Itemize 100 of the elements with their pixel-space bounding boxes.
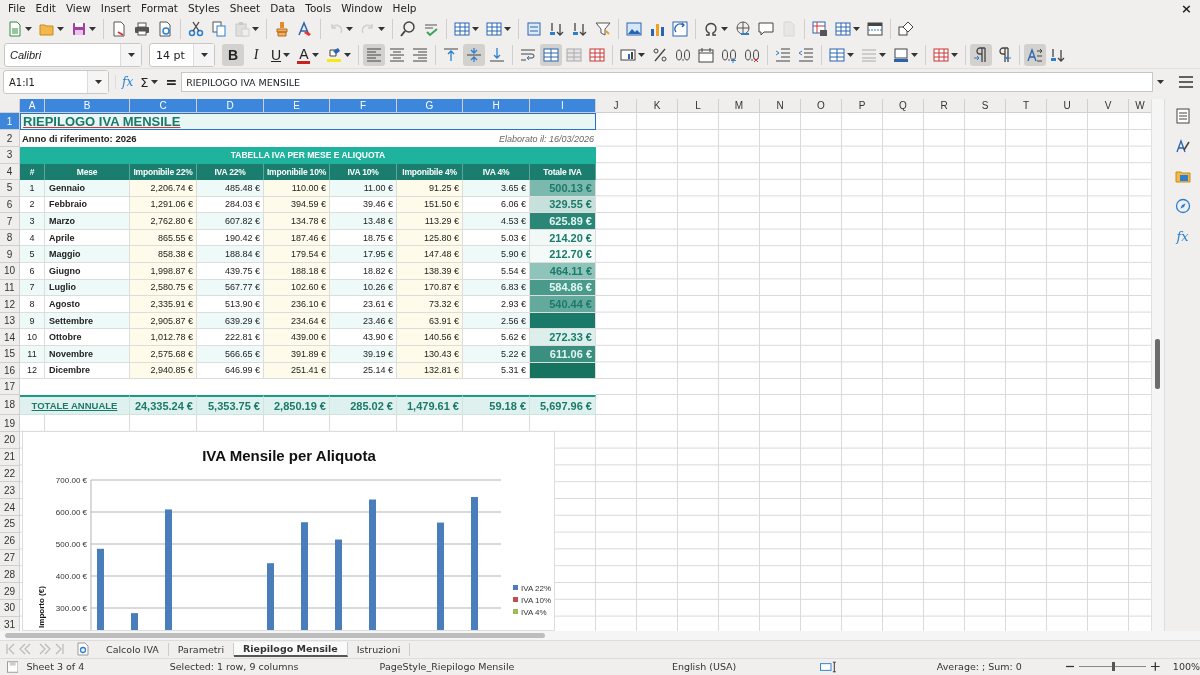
row-header[interactable]: 5 — [0, 180, 20, 197]
row-header[interactable]: 28 — [0, 566, 20, 584]
menu-item[interactable]: File — [3, 2, 31, 15]
row-header[interactable]: 24 — [0, 499, 20, 516]
close-button[interactable]: × — [1181, 0, 1200, 16]
add-sheet-button[interactable] — [77, 642, 89, 657]
table-cell: 1,479.61 € — [397, 395, 463, 416]
percent-icon — [652, 47, 669, 64]
menu-item[interactable]: Window — [336, 2, 388, 15]
sort-icon — [526, 21, 542, 38]
dropdown-arrow-icon — [25, 27, 32, 32]
menu-item[interactable]: Tools — [300, 2, 337, 15]
row-header[interactable]: 19 — [0, 415, 20, 432]
dropdown-arrow-icon — [472, 27, 479, 32]
formula-button[interactable]: = — [161, 74, 182, 91]
pivot-table-icon — [672, 21, 688, 38]
table-cell: 285.02 € — [330, 395, 397, 416]
row-header[interactable]: 17 — [0, 379, 20, 396]
select-all-button[interactable] — [0, 99, 20, 114]
menu-button[interactable] — [1179, 76, 1194, 89]
menu-item[interactable]: Insert — [95, 2, 136, 15]
text-style-button[interactable]: I — [245, 44, 267, 67]
font-size-field[interactable]: 14 pt — [149, 43, 215, 68]
column-header[interactable]: W — [1129, 99, 1152, 114]
font-color-button[interactable]: A — [294, 44, 323, 67]
column-header[interactable]: Q — [883, 99, 924, 114]
bar-chart[interactable]: IVA Mensile per Aliquota Importo (€) 300.00 € 400.00 € 500.00 € 600.00 € 700.00 € IVA 22% IVA 10% IVA 4% — [22, 431, 555, 632]
column-header[interactable]: A — [20, 99, 45, 114]
row-header[interactable]: 29 — [0, 583, 20, 600]
column-header[interactable]: N — [760, 99, 801, 114]
column-header[interactable]: U — [1047, 99, 1088, 114]
clipboard-icon — [234, 21, 250, 38]
sheet-tab[interactable]: Istruzioni — [347, 643, 411, 656]
menu-item[interactable]: Help — [387, 2, 422, 15]
table-cell: 236.10 € — [264, 296, 330, 313]
table-cell: 2,850.19 € — [264, 395, 330, 416]
column-header[interactable]: K — [637, 99, 678, 114]
row-header[interactable]: 15 — [0, 346, 20, 363]
row-header[interactable]: 9 — [0, 246, 20, 264]
highlighter-icon — [326, 47, 343, 64]
merge-center-button[interactable] — [540, 44, 563, 67]
text-style-button[interactable]: B — [222, 44, 244, 67]
pilcrow-ltr-button[interactable] — [970, 44, 993, 67]
sheet-tab[interactable]: Calcolo IVA — [97, 643, 169, 656]
row-header[interactable]: 18 — [0, 395, 20, 416]
table-cell: 91.25 € — [397, 180, 463, 197]
row-header[interactable]: 1 — [0, 113, 20, 131]
selection-mode-icon[interactable] — [819, 660, 837, 673]
column-header[interactable]: M — [719, 99, 760, 114]
font-name-field[interactable]: Calibri — [4, 43, 142, 68]
row-header[interactable]: 10 — [0, 263, 20, 280]
merge-center-icon — [543, 47, 560, 64]
formula-input[interactable]: RIEPILOGO IVA MENSILE — [181, 72, 1154, 93]
align-center-icon — [389, 47, 406, 64]
column-header[interactable]: P — [842, 99, 883, 114]
column-header[interactable]: J — [596, 99, 637, 114]
column-header[interactable]: G — [397, 99, 463, 114]
align-left-button[interactable] — [363, 44, 386, 67]
column-header[interactable]: O — [801, 99, 842, 114]
column-header[interactable]: F — [330, 99, 397, 114]
menu-item[interactable]: View — [60, 2, 96, 15]
column-header[interactable]: L — [678, 99, 719, 114]
row-header[interactable]: 23 — [0, 482, 20, 500]
name-box[interactable]: A1:I1 — [3, 70, 109, 95]
menu-item[interactable]: Sheet — [224, 2, 266, 15]
table-cell: 23.61 € — [330, 296, 397, 313]
image-icon — [626, 21, 642, 38]
row-header[interactable]: 12 — [0, 296, 20, 313]
menu-item[interactable]: Data — [265, 2, 301, 15]
text-direction-button[interactable] — [1024, 44, 1047, 67]
row-header[interactable]: 25 — [0, 516, 20, 533]
row-header[interactable]: 2 — [0, 130, 20, 147]
function-wizard-button[interactable]: fx — [115, 75, 138, 90]
column-header[interactable]: D — [197, 99, 264, 114]
column-header[interactable]: R — [924, 99, 965, 114]
column-header[interactable]: B — [45, 99, 130, 114]
column-header[interactable]: E — [264, 99, 330, 114]
column-header[interactable]: V — [1088, 99, 1129, 114]
zoom-in-icon[interactable] — [1151, 662, 1160, 672]
menu-item[interactable]: Format — [135, 2, 183, 15]
row-header[interactable]: 20 — [0, 432, 20, 449]
vertical-scrollbar[interactable] — [1151, 99, 1165, 632]
menu-item[interactable]: Styles — [183, 2, 225, 15]
column-header[interactable]: H — [463, 99, 530, 114]
find-replace-icon — [400, 21, 416, 38]
menu-item[interactable]: Edit — [30, 2, 61, 15]
dropdown-arrow-icon — [911, 53, 919, 58]
align-middle-button[interactable] — [463, 44, 486, 67]
sheet-tab[interactable]: Riepilogo Mensile — [234, 642, 348, 657]
column-header[interactable]: C — [130, 99, 197, 114]
row-header[interactable]: 14 — [0, 329, 20, 347]
column-header[interactable]: I — [530, 99, 596, 114]
functions-button[interactable]: fx — [1172, 227, 1193, 246]
row-header[interactable]: 7 — [0, 213, 20, 230]
column-header[interactable]: S — [965, 99, 1006, 114]
text-style-button[interactable]: U — [268, 44, 294, 67]
sum-button[interactable]: Σ — [137, 74, 162, 90]
table-cell: 5.54 € — [463, 263, 530, 280]
table-cell: 391.89 € — [264, 346, 330, 363]
column-header[interactable]: T — [1006, 99, 1047, 114]
